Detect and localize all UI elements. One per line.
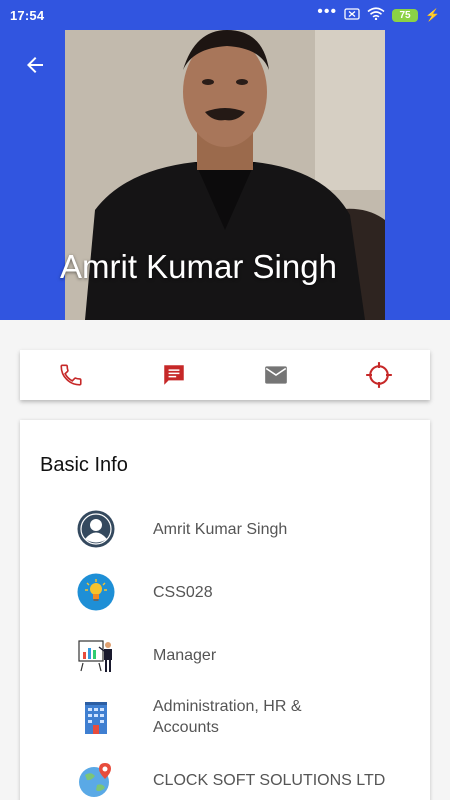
globe-location-icon <box>77 761 115 799</box>
phone-icon <box>60 364 82 386</box>
contact-actions-bar <box>20 350 430 400</box>
locate-button[interactable] <box>328 350 431 400</box>
info-row-department: Administration, HR & Accounts <box>20 698 430 736</box>
basic-info-title: Basic Info <box>40 454 128 476</box>
status-icons: ••• 75 ⚡ <box>317 3 440 23</box>
presentation-icon <box>77 636 115 674</box>
battery-icon: 75 <box>392 8 419 22</box>
arrow-left-icon <box>27 57 43 73</box>
lightbulb-icon <box>77 573 115 611</box>
more-dots-icon: ••• <box>317 3 338 20</box>
info-row-designation: Manager <box>20 636 430 674</box>
sim-blocked-icon <box>344 7 360 23</box>
crosshair-icon <box>365 362 392 388</box>
call-button[interactable] <box>20 350 123 400</box>
message-button[interactable] <box>123 350 226 400</box>
status-time: 17:54 <box>10 7 45 23</box>
building-icon <box>77 698 115 736</box>
mail-icon <box>265 366 288 384</box>
wifi-icon <box>367 7 385 23</box>
status-bar: 17:54 ••• 75 ⚡ <box>0 0 450 30</box>
email-button[interactable] <box>225 350 328 400</box>
profile-name: Amrit Kumar Singh <box>60 248 337 285</box>
charging-icon: ⚡ <box>425 8 440 22</box>
message-icon <box>164 365 184 385</box>
basic-info-card: Basic Info Amrit Kumar Singh CSS028 Mana… <box>20 420 430 800</box>
back-button[interactable] <box>20 50 50 80</box>
info-text-employee-id: CSS028 <box>153 583 213 601</box>
info-text-designation: Manager <box>153 646 217 664</box>
info-text-company: CLOCK SOFT SOLUTIONS LTD <box>153 771 386 789</box>
info-text-name: Amrit Kumar Singh <box>153 520 288 538</box>
info-row-employee-id: CSS028 <box>20 573 430 611</box>
info-row-name: Amrit Kumar Singh <box>20 510 430 548</box>
info-text-department: Administration, HR & Accounts <box>153 698 302 736</box>
user-avatar-icon <box>77 510 115 548</box>
info-row-company: CLOCK SOFT SOLUTIONS LTD <box>20 761 430 799</box>
profile-header: Amrit Kumar Singh <box>0 30 450 320</box>
